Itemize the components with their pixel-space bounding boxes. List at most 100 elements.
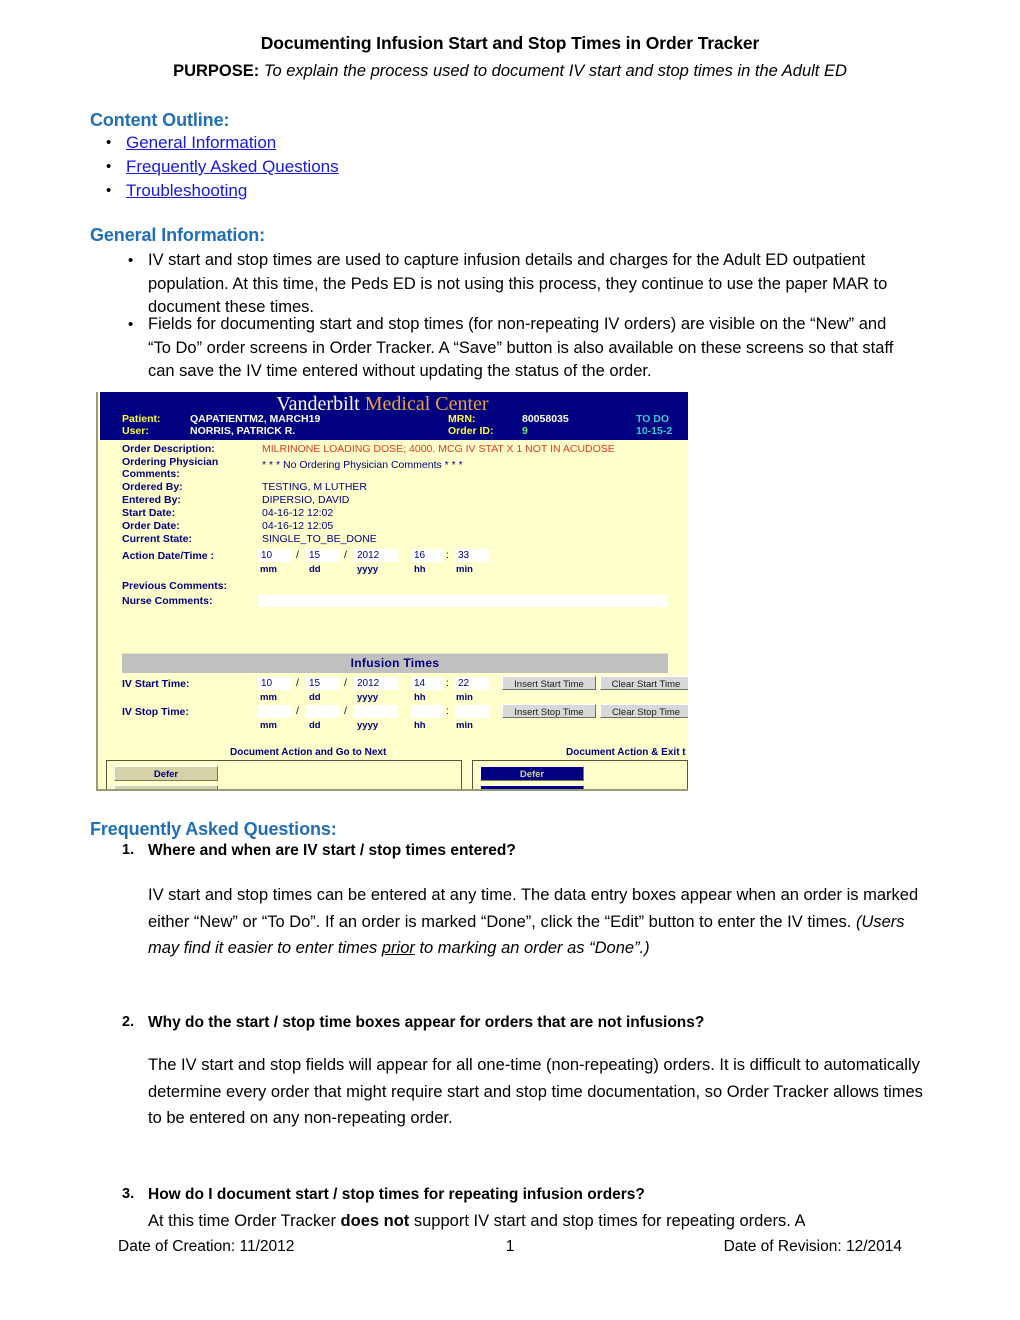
iv-start-day-input[interactable] (306, 677, 340, 690)
order-description-value: MILRINONE LOADING DOSE; 4000. MCG IV STA… (262, 443, 615, 455)
current-state-value: SINGLE_TO_BE_DONE (262, 533, 377, 545)
action-slash-1: / (296, 549, 299, 561)
go-to-next-order-note: ... and Go to Next Order (229, 788, 346, 789)
general-info-bullet-text: Fields for documenting start and stop ti… (148, 315, 894, 380)
done-button-next[interactable]: Done (114, 785, 218, 789)
faq-number-1: 1. (122, 842, 135, 858)
start-date-label: Start Date: (122, 507, 176, 519)
insert-stop-time-button[interactable]: Insert Stop Time (502, 704, 596, 718)
user-value: NORRIS, PATRICK R. (190, 425, 296, 437)
iv-start-hour-input[interactable] (411, 677, 443, 690)
done-button-exit[interactable]: Done (480, 785, 584, 789)
outline-link-row[interactable]: • General Information (100, 131, 520, 155)
bullet-icon: • (106, 182, 112, 199)
logo-medical-center: Medical Center (364, 393, 489, 415)
order-date-label: Order Date: (122, 520, 180, 532)
iv-start-month-input[interactable] (258, 677, 292, 690)
nurse-comments-input[interactable] (258, 595, 668, 607)
iv-start-min-unit: min (456, 692, 473, 703)
iv-stop-yyyy-unit: yyyy (357, 720, 379, 731)
patient-value: QAPATIENTM2, MARCH19 (190, 413, 321, 425)
faq-number-2: 2. (122, 1014, 135, 1030)
outline-link-row[interactable]: • Frequently Asked Questions (100, 155, 520, 179)
order-id-value: 9 (522, 425, 528, 437)
action-day-input[interactable] (306, 549, 340, 562)
action-dd-unit: dd (309, 564, 321, 575)
current-state-label: Current State: (122, 533, 193, 545)
iv-stop-dd-unit: dd (309, 720, 321, 731)
iv-stop-minute-input[interactable] (455, 705, 489, 718)
purpose-text: To explain the process used to document … (263, 62, 847, 80)
ordering-physician-comments-label2: Comments: (122, 468, 180, 480)
insert-start-time-button[interactable]: Insert Start Time (502, 676, 596, 690)
iv-start-time-label: IV Start Time: (122, 678, 190, 690)
entered-by-value: DIPERSIO, DAVID (262, 494, 350, 506)
faq-question-2: 2. Why do the start / stop time boxes ap… (122, 1014, 922, 1032)
action-colon: : (446, 549, 449, 561)
iv-stop-month-input[interactable] (258, 705, 292, 718)
faq-answer-1: IV start and stop times can be entered a… (148, 886, 919, 957)
clear-stop-time-button[interactable]: Clear Stop Time (600, 704, 688, 718)
faq-heading: Frequently Asked Questions: (90, 819, 337, 839)
faq-answer-2: The IV start and stop fields will appear… (148, 1056, 923, 1127)
link-troubleshooting[interactable]: Troubleshooting (126, 179, 247, 203)
bullet-icon: • (128, 316, 134, 333)
ordering-physician-comments-value: * * * No Ordering Physician Comments * *… (262, 459, 463, 471)
iv-stop-slash-1: / (296, 705, 299, 717)
vanderbilt-logo: Vanderbilt Medical Center (100, 393, 688, 416)
action-year-input[interactable] (354, 549, 398, 562)
iv-stop-slash-2: / (344, 705, 347, 717)
iv-start-slash-1: / (296, 677, 299, 689)
iv-start-year-input[interactable] (354, 677, 398, 690)
previous-comments-label: Previous Comments: (122, 580, 228, 592)
iv-stop-min-unit: min (456, 720, 473, 731)
infusion-times-panel: Infusion Times IV Start Time: / / : Inse… (122, 653, 688, 742)
faq-number-3: 3. (122, 1186, 135, 1202)
general-info-bullet-text: IV start and stop times are used to capt… (148, 251, 888, 316)
status-badge: TO DO (636, 413, 670, 425)
iv-stop-hour-input[interactable] (411, 705, 443, 718)
iv-start-dd-unit: dd (309, 692, 321, 703)
document-action-exit-header: Document Action & Exit t (566, 747, 686, 758)
order-description-label: Order Description: (122, 443, 215, 455)
status-date: 10-15-2 (636, 425, 673, 437)
order-id-label: Order ID: (448, 425, 494, 437)
iv-start-mm-unit: mm (260, 692, 277, 703)
ordered-by-value: TESTING, M LUTHER (262, 481, 368, 493)
logo-vanderbilt: Vanderbilt (276, 393, 360, 415)
mrn-value: 80058035 (522, 413, 569, 425)
faq-question-1: 1. Where and when are IV start / stop ti… (122, 842, 922, 860)
action-mm-unit: mm (260, 564, 277, 575)
document-page: Documenting Infusion Start and Stop Time… (0, 0, 1020, 1320)
defer-button-next[interactable]: Defer (114, 766, 218, 781)
action-month-input[interactable] (258, 549, 292, 562)
outline-link-row[interactable]: • Troubleshooting (100, 179, 520, 203)
faq-answer-3: At this time Order Tracker does not supp… (148, 1212, 806, 1230)
bullet-icon: • (106, 158, 112, 175)
faq-question-text-2: Why do the start / stop time boxes appea… (148, 1014, 705, 1031)
entered-by-label: Entered By: (122, 494, 181, 506)
bullet-icon: • (106, 134, 112, 151)
general-information-heading: General Information: (90, 225, 266, 245)
link-general-information[interactable]: General Information (126, 131, 276, 155)
iv-stop-mm-unit: mm (260, 720, 277, 731)
action-min-unit: min (456, 564, 473, 575)
patient-label: Patient: (122, 413, 161, 425)
iv-stop-day-input[interactable] (306, 705, 340, 718)
action-panel-go-to-next: Defer Done Save Unable To Complete ... a… (106, 760, 462, 789)
link-frequently-asked-questions[interactable]: Frequently Asked Questions (126, 155, 339, 179)
order-detail-body: Order Description: MILRINONE LOADING DOS… (100, 440, 688, 789)
action-yyyy-unit: yyyy (357, 564, 379, 575)
iv-start-minute-input[interactable] (455, 677, 489, 690)
footer-revision-date: Date of Revision: 12/2014 (723, 1238, 902, 1255)
action-hour-input[interactable] (411, 549, 443, 562)
iv-stop-hh-unit: hh (414, 720, 426, 731)
faq-question-text-3: How do I document start / stop times for… (148, 1186, 645, 1203)
faq-question-text-1: Where and when are IV start / stop times… (148, 842, 516, 859)
action-minute-input[interactable] (455, 549, 489, 562)
defer-button-exit[interactable]: Defer (480, 766, 584, 781)
action-datetime-label: Action Date/Time : (122, 550, 214, 562)
clear-start-time-button[interactable]: Clear Start Time (600, 676, 688, 690)
iv-stop-time-label: IV Stop Time: (122, 706, 189, 718)
iv-stop-year-input[interactable] (354, 705, 398, 718)
